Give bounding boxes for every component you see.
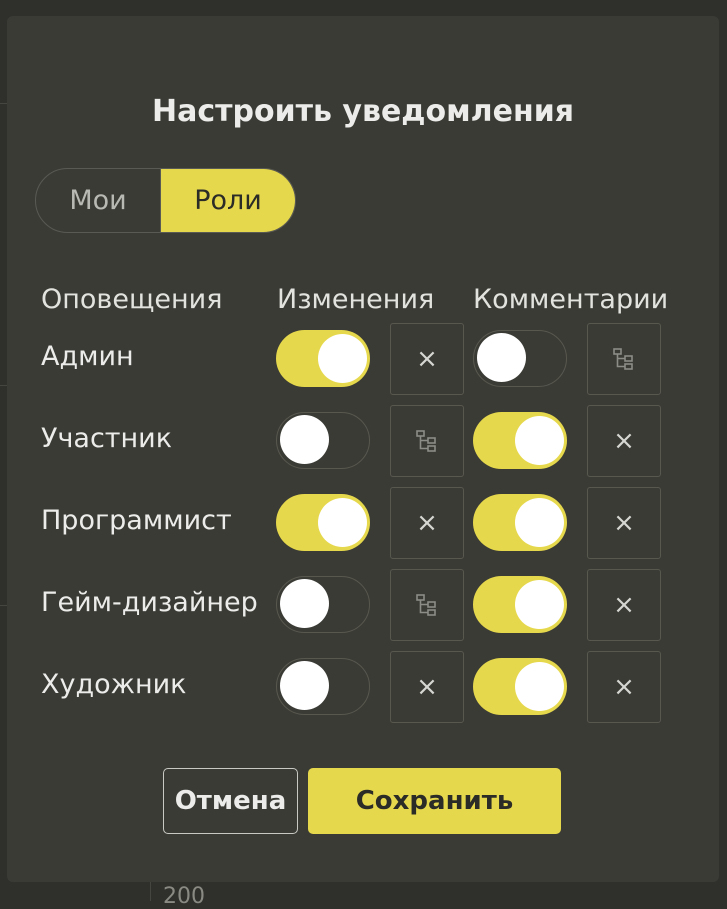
role-label: Программист (41, 505, 232, 536)
toggle-knob (280, 579, 329, 628)
toggle-knob (515, 497, 564, 547)
close-icon: × (416, 344, 438, 374)
changes-option-button[interactable]: × (390, 323, 464, 395)
background-divider (0, 385, 7, 386)
tree-icon (415, 429, 439, 453)
comments-toggle[interactable] (473, 658, 567, 715)
toggle-knob (477, 333, 526, 382)
changes-toggle[interactable] (276, 494, 370, 551)
role-label: Админ (41, 341, 134, 372)
close-icon: × (613, 508, 635, 538)
cancel-button[interactable]: Отмена (163, 768, 298, 834)
close-icon: × (613, 590, 635, 620)
comments-option-button[interactable] (587, 323, 661, 395)
tab-roles[interactable]: Роли (161, 169, 295, 232)
changes-option-button[interactable] (390, 569, 464, 641)
role-label: Художник (41, 669, 187, 700)
tab-mine[interactable]: Мои (36, 169, 161, 232)
toggle-knob (515, 415, 564, 465)
comments-option-button[interactable]: × (587, 569, 661, 641)
comments-toggle[interactable] (473, 494, 567, 551)
notification-settings-dialog: Настроить уведомления Мои Роли Оповещени… (7, 16, 719, 882)
column-header-comments: Комментарии (473, 284, 669, 315)
tree-icon (415, 593, 439, 617)
toggle-knob (515, 661, 564, 711)
column-header-changes: Изменения (277, 284, 435, 315)
toggle-knob (280, 415, 329, 464)
save-button[interactable]: Сохранить (308, 768, 561, 834)
comments-toggle[interactable] (473, 576, 567, 633)
toggle-knob (280, 661, 329, 710)
role-label: Участник (41, 423, 173, 454)
background-divider (0, 103, 7, 104)
comments-option-button[interactable]: × (587, 651, 661, 723)
changes-toggle[interactable] (276, 576, 370, 633)
close-icon: × (613, 672, 635, 702)
background-number: 200 (163, 884, 205, 909)
comments-toggle[interactable] (473, 412, 567, 469)
changes-toggle[interactable] (276, 330, 370, 387)
toggle-knob (515, 579, 564, 629)
close-icon: × (416, 508, 438, 538)
dialog-title: Настроить уведомления (151, 94, 574, 129)
comments-option-button[interactable]: × (587, 405, 661, 477)
background-divider (150, 882, 151, 901)
toggle-knob (318, 333, 367, 383)
toggle-knob (318, 497, 367, 547)
changes-toggle[interactable] (276, 658, 370, 715)
changes-option-button[interactable] (390, 405, 464, 477)
changes-option-button[interactable]: × (390, 487, 464, 559)
role-label: Гейм-дизайнер (41, 587, 258, 618)
changes-option-button[interactable]: × (390, 651, 464, 723)
comments-toggle[interactable] (473, 330, 567, 387)
changes-toggle[interactable] (276, 412, 370, 469)
background-divider (0, 605, 7, 606)
tree-icon (612, 347, 636, 371)
comments-option-button[interactable]: × (587, 487, 661, 559)
close-icon: × (416, 672, 438, 702)
column-header-notifications: Оповещения (41, 284, 223, 315)
view-switch: Мои Роли (35, 168, 296, 233)
close-icon: × (613, 426, 635, 456)
